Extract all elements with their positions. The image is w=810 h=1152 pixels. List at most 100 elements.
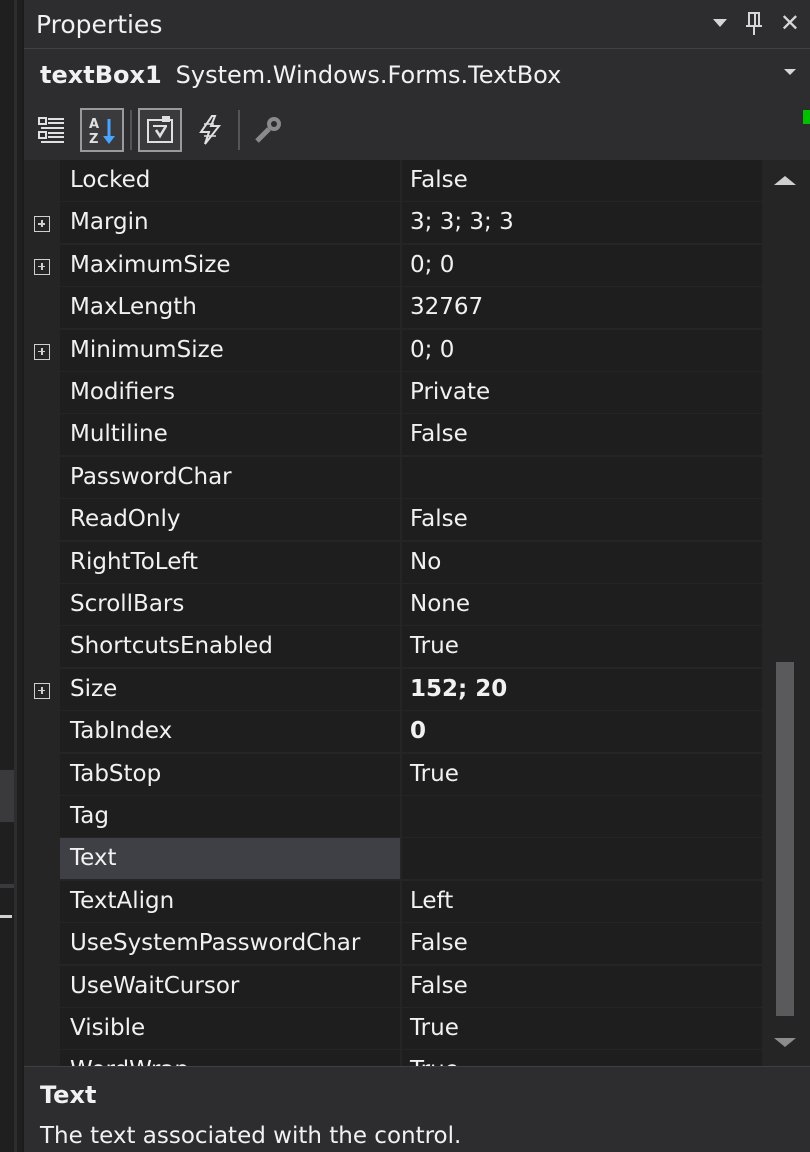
property-name[interactable]: Modifiers — [60, 372, 400, 413]
property-row[interactable]: Size 152; 20 — [24, 668, 762, 711]
property-value[interactable]: True — [402, 1008, 762, 1049]
property-row[interactable]: PasswordChar — [24, 456, 762, 499]
property-value[interactable]: 0; 0 — [402, 244, 762, 286]
object-type: System.Windows.Forms.TextBox — [175, 60, 562, 89]
property-value[interactable]: True — [402, 1050, 762, 1066]
property-row[interactable]: MinimumSize 0; 0 — [24, 329, 762, 372]
property-name[interactable]: PasswordChar — [60, 456, 400, 498]
property-value[interactable]: False — [402, 965, 762, 1007]
property-value[interactable]: 3; 3; 3; 3 — [402, 202, 762, 244]
property-row[interactable]: TabStop True — [24, 753, 762, 796]
object-dropdown-icon[interactable] — [784, 69, 796, 75]
property-name[interactable]: WordWrap — [60, 1050, 400, 1066]
property-row[interactable]: TabIndex 0 — [24, 711, 762, 753]
expand-icon[interactable] — [34, 258, 50, 275]
status-indicator — [803, 110, 810, 124]
property-value[interactable]: Left — [402, 880, 762, 922]
property-name[interactable]: MaximumSize — [60, 244, 400, 286]
scroll-thumb[interactable] — [776, 662, 794, 1016]
property-row[interactable]: ScrollBars None — [24, 584, 762, 626]
property-value[interactable]: 152; 20 — [402, 668, 762, 710]
property-value[interactable] — [402, 456, 762, 498]
expand-icon[interactable] — [34, 343, 50, 360]
property-row[interactable]: WordWrapTrue — [24, 1050, 762, 1066]
property-grid: Locked False Margin 3; 3; 3; 3 MaximumSize 0;… — [24, 160, 810, 1066]
scroll-up-icon[interactable] — [774, 176, 796, 185]
property-row[interactable]: Multiline False — [24, 414, 762, 456]
properties-button[interactable] — [138, 108, 182, 152]
property-name[interactable]: UseWaitCursor — [60, 965, 400, 1007]
property-value[interactable]: No — [402, 541, 762, 583]
property-name[interactable]: Visible — [60, 1008, 400, 1049]
property-value[interactable]: False — [402, 414, 762, 456]
svg-text:A: A — [89, 117, 99, 132]
property-value[interactable]: True — [402, 626, 762, 668]
alphabetical-button[interactable]: A Z — [80, 108, 124, 152]
property-value[interactable]: True — [402, 753, 762, 795]
events-button[interactable] — [188, 108, 232, 152]
property-name[interactable]: MinimumSize — [60, 329, 400, 371]
property-row[interactable]: Visible True — [24, 1008, 762, 1050]
panel-title-bar[interactable]: Properties ✕ — [24, 0, 810, 48]
close-icon[interactable]: ✕ — [780, 6, 800, 40]
property-row[interactable]: UseSystemPasswordChar False — [24, 923, 762, 965]
property-value[interactable]: 0 — [402, 711, 762, 753]
property-name[interactable]: Margin — [60, 202, 400, 244]
property-row[interactable]: ShortcutsEnabled True — [24, 626, 762, 668]
object-selector[interactable]: textBox1 System.Windows.Forms.TextBox — [24, 48, 810, 100]
events-icon — [199, 115, 222, 145]
chevron-down-icon[interactable] — [712, 6, 728, 40]
property-value[interactable] — [402, 838, 762, 880]
property-value[interactable]: 0; 0 — [402, 329, 762, 371]
toolbar-separator — [130, 110, 132, 150]
svg-text:Z: Z — [89, 132, 98, 146]
property-name[interactable]: TabStop — [60, 753, 400, 795]
property-row[interactable]: Tag — [24, 796, 762, 838]
splitter-edge[interactable] — [14, 0, 17, 1152]
property-row[interactable]: Text — [24, 838, 762, 880]
properties-panel: Properties ✕ textBox1 System.Windows.For… — [24, 0, 810, 1152]
vertical-scrollbar[interactable] — [764, 160, 810, 1066]
property-value[interactable]: Private — [402, 372, 762, 413]
property-value[interactable] — [402, 796, 762, 837]
property-pages-button[interactable] — [246, 108, 290, 152]
property-name[interactable]: Size — [60, 668, 400, 710]
property-pages-icon — [255, 117, 281, 143]
property-row[interactable]: MaximumSize 0; 0 — [24, 244, 762, 287]
property-row[interactable]: ReadOnly False — [24, 499, 762, 541]
property-row[interactable]: Modifiers Private — [24, 372, 762, 414]
properties-toolbar: A Z — [24, 100, 810, 160]
pin-icon[interactable] — [744, 6, 764, 40]
property-name[interactable]: Tag — [60, 796, 400, 837]
expand-icon[interactable] — [34, 682, 50, 699]
expand-icon[interactable] — [34, 216, 50, 233]
property-value[interactable]: False — [402, 160, 762, 201]
property-name[interactable]: Locked — [60, 160, 400, 201]
property-name[interactable]: TextAlign — [60, 880, 400, 922]
property-value[interactable]: None — [402, 584, 762, 625]
property-name[interactable]: Text — [60, 838, 400, 880]
property-row[interactable]: RightToLeft No — [24, 541, 762, 584]
property-name[interactable]: UseSystemPasswordChar — [60, 923, 400, 965]
property-row[interactable]: Locked False — [24, 160, 762, 202]
property-name[interactable]: RightToLeft — [60, 541, 400, 583]
property-name[interactable]: ScrollBars — [60, 584, 400, 625]
property-value[interactable]: False — [402, 923, 762, 965]
property-value[interactable]: 32767 — [402, 287, 762, 329]
property-name[interactable]: ShortcutsEnabled — [60, 626, 400, 668]
description-title: Text — [40, 1081, 97, 1109]
property-name[interactable]: TabIndex — [60, 711, 400, 753]
property-row[interactable]: UseWaitCursor False — [24, 965, 762, 1008]
categorized-button[interactable] — [30, 108, 74, 152]
description-text: The text associated with the control. — [40, 1123, 462, 1149]
property-name[interactable]: Multiline — [60, 414, 400, 456]
property-row[interactable]: TextAlign Left — [24, 880, 762, 923]
property-row[interactable]: Margin 3; 3; 3; 3 — [24, 202, 762, 244]
property-value[interactable]: False — [402, 499, 762, 541]
property-name[interactable]: ReadOnly — [60, 499, 400, 541]
property-row[interactable]: MaxLength 32767 — [24, 287, 762, 329]
panel-title: Properties — [36, 9, 163, 39]
scroll-down-icon[interactable] — [774, 1038, 796, 1047]
toolbar-separator — [238, 110, 240, 150]
property-name[interactable]: MaxLength — [60, 287, 400, 329]
